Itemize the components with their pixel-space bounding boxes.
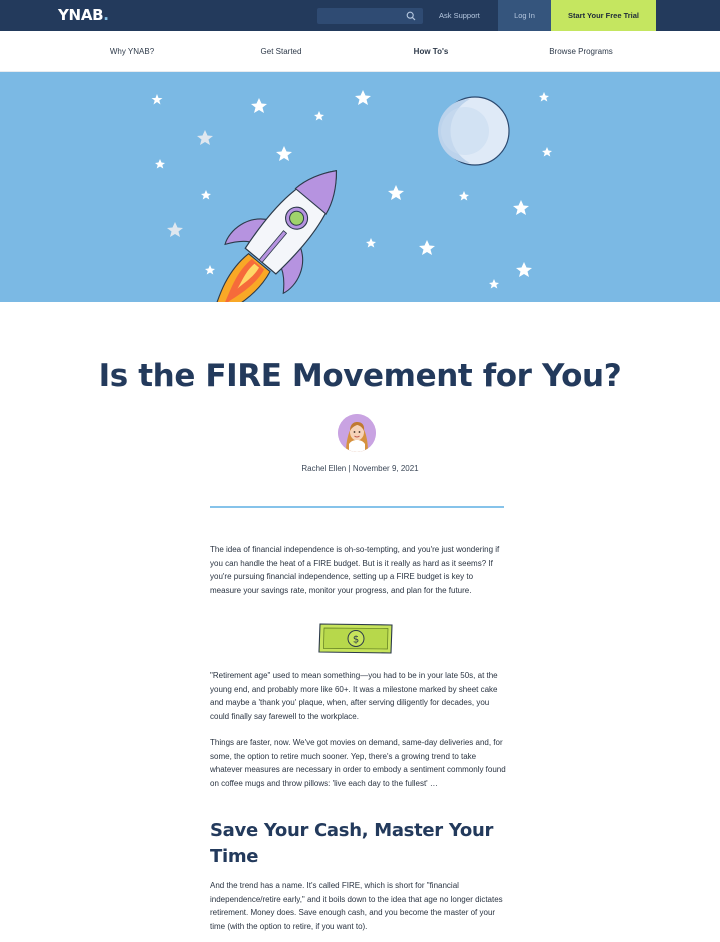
paragraph-retirement-age: "Retirement age" used to mean something—… — [210, 671, 498, 721]
nav-item-how-tos[interactable]: How To's — [414, 47, 449, 56]
logo-dot: . — [103, 6, 109, 24]
dollar-bill-icon: $ — [318, 623, 393, 654]
rocket-icon — [210, 170, 338, 302]
hero-illustration — [0, 72, 720, 302]
ynab-logo[interactable]: YNAB. — [58, 6, 109, 24]
svg-text:$: $ — [353, 635, 359, 646]
ask-support-link[interactable]: Ask Support — [439, 11, 480, 20]
byline: Rachel Ellen | November 9, 2021 — [0, 464, 720, 473]
top-bar: YNAB. Ask Support Log In Start Your Free… — [0, 0, 720, 31]
paragraph-faster: Things are faster, now. We've got movies… — [210, 738, 506, 788]
section-heading: Save Your Cash, Master Your Time — [210, 820, 494, 867]
hero-svg — [151, 90, 552, 302]
author-avatar[interactable] — [338, 414, 376, 452]
author-name[interactable]: Rachel Ellen — [301, 464, 346, 473]
paragraph-intro: The idea of financial independence is oh… — [210, 545, 500, 595]
nav-item-browse-programs[interactable]: Browse Programs — [549, 47, 613, 56]
search-input[interactable] — [317, 8, 423, 24]
nav-item-get-started[interactable]: Get Started — [261, 47, 302, 56]
login-button[interactable]: Log In — [498, 0, 551, 31]
avatar-image — [338, 414, 376, 452]
nav-item-why-ynab[interactable]: Why YNAB? — [110, 47, 154, 56]
search-icon[interactable] — [406, 11, 416, 21]
publish-date: November 9, 2021 — [352, 464, 419, 473]
free-trial-button[interactable]: Start Your Free Trial — [551, 0, 656, 31]
title-divider — [210, 506, 504, 508]
main-nav: Why YNAB? Get Started How To's Browse Pr… — [0, 31, 720, 72]
article-title: Is the FIRE Movement for You? — [98, 358, 622, 394]
moon-icon — [438, 96, 510, 166]
paragraph-fire-definition: And the trend has a name. It's called FI… — [210, 881, 503, 931]
byline-separator: | — [348, 464, 351, 473]
logo-text: YNAB — [58, 6, 104, 24]
